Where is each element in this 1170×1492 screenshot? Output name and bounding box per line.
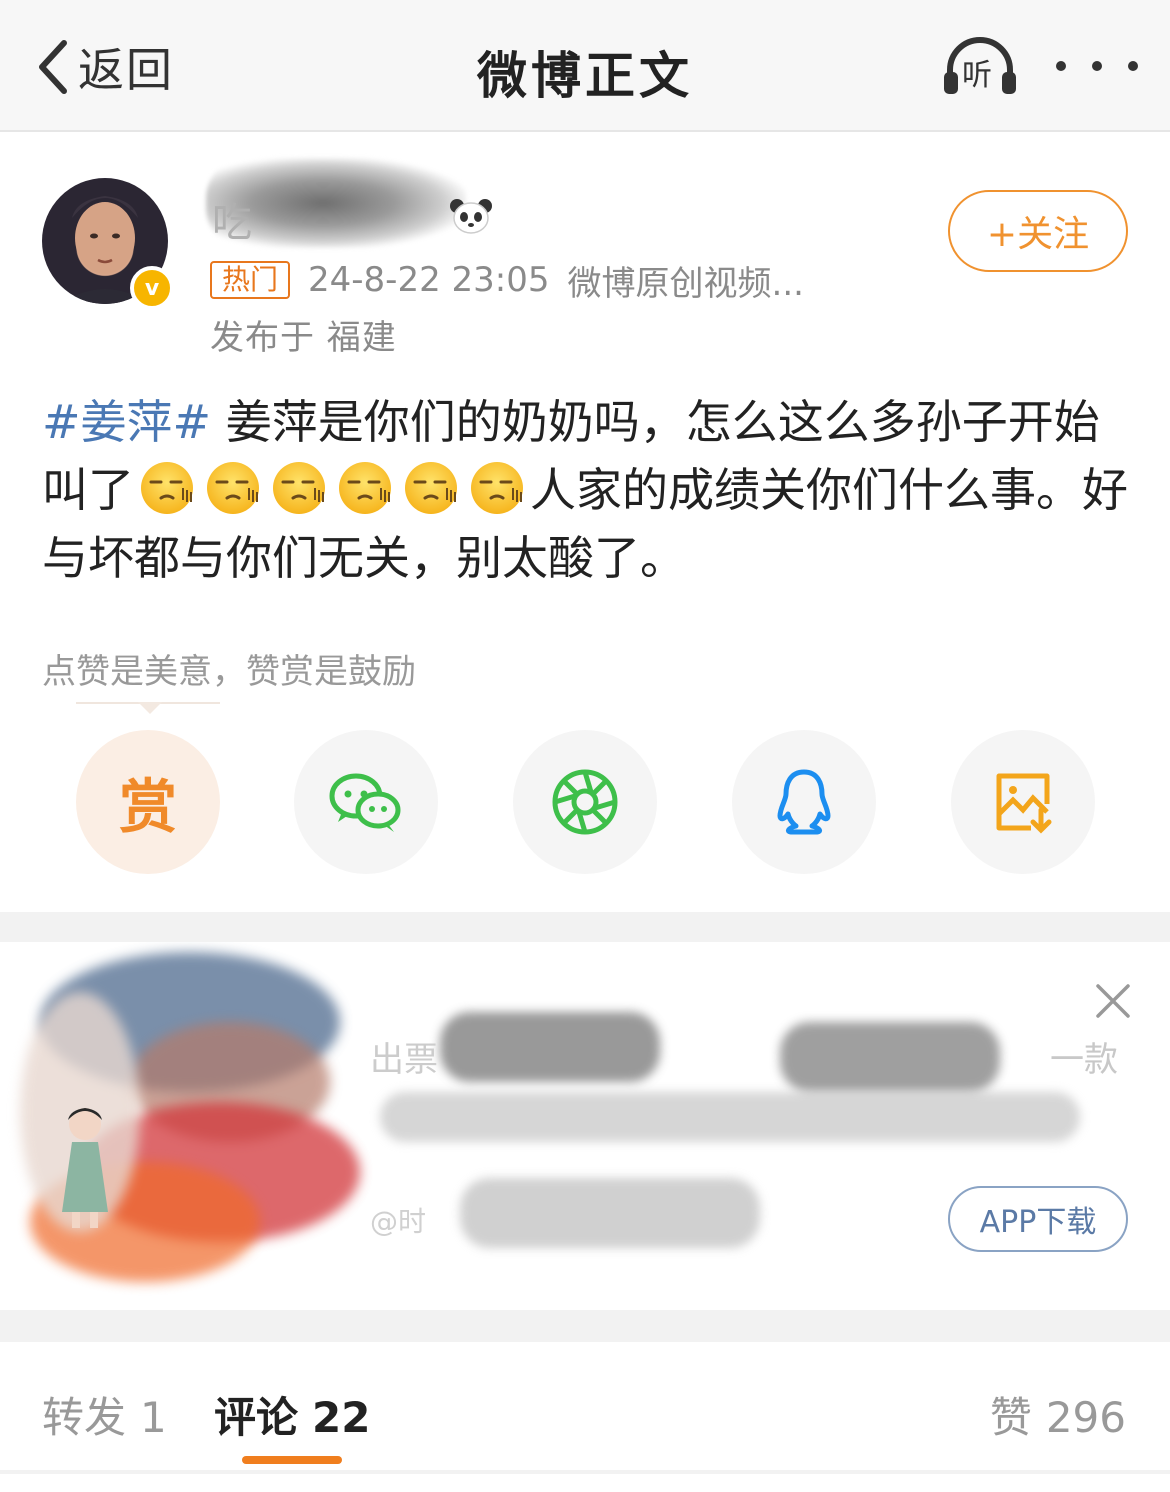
ad-subtitle-redacted [380, 1092, 1080, 1142]
section-divider [0, 912, 1170, 942]
hot-badge: 热门 [210, 261, 291, 299]
reward-button[interactable]: 赏 [76, 730, 220, 874]
ad-title-redacted [780, 1022, 1000, 1092]
save-image-icon [996, 773, 1052, 834]
emoji-icon [139, 460, 195, 516]
share-moments-button[interactable] [513, 730, 657, 874]
emoji-icon [403, 460, 459, 516]
reward-hint: 点赞是美意，赞赏是鼓励 [42, 652, 416, 692]
listen-button[interactable]: 听 [940, 34, 1020, 100]
top-nav-bar: 返回 微博正文 听 [0, 0, 1170, 132]
active-tab-indicator [242, 1456, 342, 1464]
divider [0, 1470, 1170, 1474]
verified-badge-icon: v [130, 266, 174, 310]
ad-text-fragment: 出票 [370, 1040, 438, 1080]
ad-title-redacted [440, 1012, 660, 1082]
qq-icon [777, 769, 831, 835]
username-visible-fragment: 吃 [212, 200, 252, 246]
dot-icon [1092, 61, 1102, 71]
app-download-button[interactable]: APP下载 [948, 1186, 1128, 1252]
emoji-group [134, 460, 530, 517]
ad-text-fragment: 一款 [1050, 1040, 1118, 1080]
dot-icon [1056, 61, 1066, 71]
post-content: #姜萍# 姜萍是你们的奶奶吗，怎么这么多孙子开始叫了 人家的成绩关你们什么事。好与… [42, 388, 1132, 592]
post-source[interactable]: 微博原创视频... [568, 256, 804, 305]
share-actions: 赏 [76, 730, 1096, 874]
emoji-icon [205, 460, 261, 516]
follow-button[interactable]: +关注 [948, 190, 1128, 272]
section-divider [0, 1310, 1170, 1342]
moments-icon [552, 769, 618, 835]
emoji-icon [337, 460, 393, 516]
post-timestamp: 24-8-22 23:05 [308, 260, 550, 300]
reward-label: 赏 [118, 773, 177, 841]
more-options-button[interactable] [1056, 44, 1138, 88]
tab-comment-count: 22 [312, 1393, 371, 1442]
ad-image [20, 952, 360, 1282]
ad-close-button[interactable] [1094, 982, 1132, 1020]
tab-like-label: 赞 [989, 1393, 1032, 1442]
dot-icon [1128, 61, 1138, 71]
emoji-icon [469, 460, 525, 516]
tab-like-count: 296 [1045, 1393, 1126, 1442]
tab-like[interactable]: 赞 296 [990, 1384, 1126, 1445]
tab-repost-label: 转发 [42, 1393, 127, 1442]
listen-label: 听 [962, 58, 992, 93]
tab-repost[interactable]: 转发 1 [42, 1384, 167, 1445]
author-avatar[interactable]: v [42, 178, 174, 310]
caret-icon [138, 702, 162, 714]
character-figure [62, 1108, 108, 1228]
hashtag-link[interactable]: #姜萍# [42, 395, 211, 449]
ad-account-fragment: @时 [370, 1205, 427, 1238]
save-image-button[interactable] [951, 730, 1095, 874]
share-wechat-button[interactable] [294, 730, 438, 874]
post-location: 发布于 福建 [210, 318, 397, 358]
emoji-icon [271, 460, 327, 516]
tab-comment-label: 评论 [214, 1393, 299, 1442]
post-meta: 热门 24-8-22 23:05 微博原创视频... [210, 256, 804, 305]
wechat-icon [329, 773, 401, 832]
tab-comment[interactable]: 评论 22 [214, 1384, 370, 1445]
close-icon [1096, 984, 1130, 1018]
panda-icon [448, 196, 494, 236]
ad-account-redacted [460, 1178, 760, 1248]
share-qq-button[interactable] [732, 730, 876, 874]
tab-repost-count: 1 [140, 1393, 167, 1442]
ad-card[interactable]: 出票 一款 @时 APP下载 [0, 942, 1170, 1310]
